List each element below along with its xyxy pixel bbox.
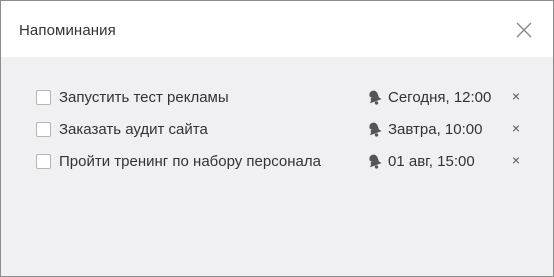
reminder-list: Запустить тест рекламы Сегодня, 12:00 × … (1, 81, 553, 177)
reminder-item: Заказать аудит сайта Завтра, 10:00 × (1, 113, 553, 145)
reminder-text: Заказать аудит сайта (59, 121, 208, 138)
dialog-header: Напоминания (1, 1, 553, 57)
reminders-dialog: Напоминания Запустить тест рекламы Сегод… (0, 0, 554, 277)
reminder-text: Пройти тренинг по набору персонала (59, 153, 321, 170)
reminder-text: Запустить тест рекламы (59, 89, 229, 106)
reminder-item: Запустить тест рекламы Сегодня, 12:00 × (1, 81, 553, 113)
bell-icon[interactable] (365, 88, 384, 107)
remove-icon[interactable]: × (509, 88, 523, 104)
reminder-checkbox[interactable] (36, 154, 51, 169)
remove-icon[interactable]: × (509, 120, 523, 136)
reminder-item: Пройти тренинг по набору персонала 01 ав… (1, 145, 553, 177)
close-icon[interactable] (515, 21, 533, 39)
remove-icon[interactable]: × (509, 152, 523, 168)
reminder-checkbox[interactable] (36, 122, 51, 137)
reminder-time[interactable]: 01 авг, 15:00 (388, 153, 475, 170)
bell-icon[interactable] (365, 120, 384, 139)
reminder-time[interactable]: Сегодня, 12:00 (388, 89, 491, 106)
dialog-title: Напоминания (19, 22, 116, 39)
reminder-time[interactable]: Завтра, 10:00 (388, 121, 482, 138)
reminder-checkbox[interactable] (36, 90, 51, 105)
bell-icon[interactable] (365, 152, 384, 171)
